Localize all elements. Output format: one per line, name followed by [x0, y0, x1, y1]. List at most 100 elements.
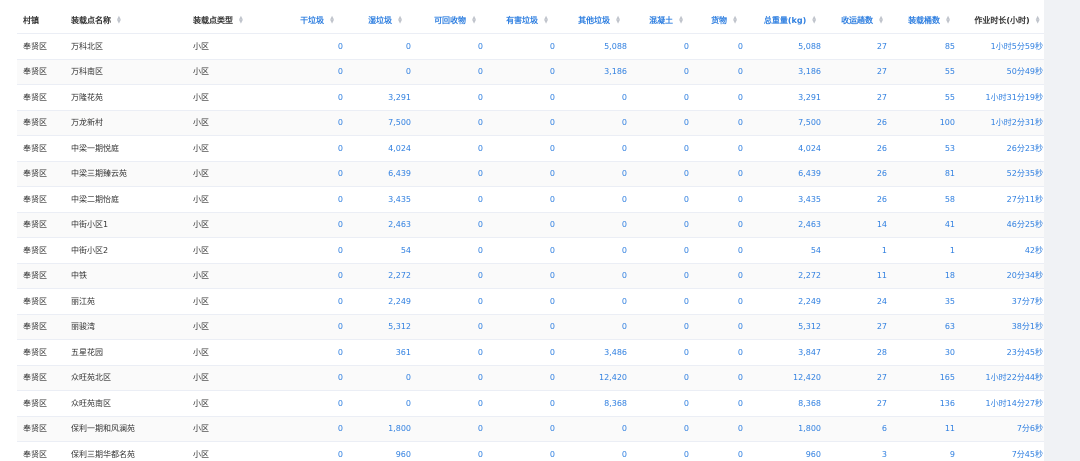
cell-goods: 0 [697, 59, 751, 85]
cell-duration: 50分49秒 [963, 59, 1044, 85]
table-row[interactable]: 奉贤区 保利三期华都名苑 小区 0 960 0 0 0 0 0 960 3 9 7分45秒 [17, 441, 1044, 461]
column-header-label: 装载桶数 [908, 15, 941, 25]
table-row[interactable]: 奉贤区 众旺苑南区 小区 0 0 0 0 8,368 0 0 8,368 27 136 1小时14分27秒 [17, 390, 1044, 417]
sort-caret-icon[interactable]: ▲ ▼ [679, 16, 683, 25]
cell-town: 奉贤区 [17, 59, 65, 85]
cell-hazardous: 0 [491, 441, 563, 461]
cell-other: 12,420 [563, 365, 635, 391]
sort-caret-icon[interactable]: ▲ ▼ [239, 16, 243, 25]
cell-dry: 0 [283, 237, 351, 264]
cell-recyclable: 0 [419, 288, 491, 315]
cell-wet: 0 [351, 59, 419, 85]
cell-type: 小区 [187, 186, 283, 213]
table-row[interactable]: 奉贤区 万隆花苑 小区 0 3,291 0 0 0 0 0 3,291 27 55 1小时31分19秒 [17, 84, 1044, 111]
cell-other: 3,186 [563, 59, 635, 85]
sort-caret-icon[interactable]: ▲ ▼ [330, 16, 334, 25]
table-row[interactable]: 奉贤区 万科南区 小区 0 0 0 0 3,186 0 0 3,186 27 55 50分49秒 [17, 59, 1044, 85]
cell-wet: 2,463 [351, 212, 419, 238]
sort-caret-icon[interactable]: ▲ ▼ [733, 16, 737, 25]
table-row[interactable]: 奉贤区 中街小区1 小区 0 2,463 0 0 0 0 0 2,463 14 41 46分25秒 [17, 212, 1044, 238]
cell-wet: 5,312 [351, 314, 419, 340]
cell-recyclable: 0 [419, 212, 491, 238]
column-header-wet[interactable]: 湿垃圾 ▲ ▼ [351, 7, 419, 34]
table-row[interactable]: 奉贤区 万科北区 小区 0 0 0 0 5,088 0 0 5,088 27 85 1小时5分59秒 [17, 33, 1044, 60]
cell-total: 3,435 [751, 186, 829, 213]
column-header-label: 有害垃圾 [506, 15, 539, 25]
sort-caret-icon[interactable]: ▲ ▼ [472, 16, 476, 25]
cell-hazardous: 0 [491, 288, 563, 315]
table-row[interactable]: 奉贤区 中梁一期悦庭 小区 0 4,024 0 0 0 0 0 4,024 26 53 26分23秒 [17, 135, 1044, 162]
column-header-label: 货物 [711, 15, 728, 25]
cell-other: 0 [563, 288, 635, 315]
cell-town: 奉贤区 [17, 135, 65, 162]
table-row[interactable]: 奉贤区 众旺苑北区 小区 0 0 0 0 12,420 0 0 12,420 27 165 1小时22分4… [17, 365, 1044, 391]
cell-town: 奉贤区 [17, 263, 65, 289]
column-header-label: 混凝土 [649, 15, 674, 25]
column-header-type[interactable]: 装载点类型 ▲ ▼ [187, 7, 283, 34]
column-header-bins[interactable]: 装载桶数 ▲ ▼ [895, 7, 963, 34]
cell-bins: 85 [895, 33, 963, 60]
cell-total: 6,439 [751, 161, 829, 187]
sort-caret-icon[interactable]: ▲ ▼ [812, 16, 816, 25]
cell-town: 奉贤区 [17, 186, 65, 213]
sort-caret-icon[interactable]: ▲ ▼ [117, 16, 121, 25]
cell-dry: 0 [283, 212, 351, 238]
column-header-label: 装载点名称 [71, 15, 111, 25]
column-header-name[interactable]: 装载点名称 ▲ ▼ [65, 7, 187, 34]
table-row[interactable]: 奉贤区 万龙新村 小区 0 7,500 0 0 0 0 0 7,500 26 100 1小时2分31秒 [17, 110, 1044, 136]
column-header-goods[interactable]: 货物 ▲ ▼ [697, 7, 751, 34]
sort-caret-icon[interactable]: ▲ ▼ [616, 16, 620, 25]
cell-name: 万科北区 [65, 33, 187, 60]
cell-total: 4,024 [751, 135, 829, 162]
cell-duration: 1小时2分31秒 [963, 110, 1044, 136]
page-gutter [1044, 0, 1080, 461]
column-header-duration[interactable]: 作业时长(小时) ▲ ▼ [963, 7, 1044, 34]
cell-other: 0 [563, 84, 635, 111]
column-header-total[interactable]: 总重量(kg) ▲ ▼ [751, 7, 829, 34]
table-row[interactable]: 奉贤区 丽江苑 小区 0 2,249 0 0 0 0 0 2,249 24 35 37分7秒 [17, 288, 1044, 315]
cell-other: 0 [563, 110, 635, 136]
cell-trips: 14 [829, 212, 895, 238]
cell-total: 8,368 [751, 390, 829, 417]
table-row[interactable]: 奉贤区 中梁二期怡庭 小区 0 3,435 0 0 0 0 0 3,435 26 58 27分11秒 [17, 186, 1044, 213]
sort-caret-icon[interactable]: ▲ ▼ [398, 16, 402, 25]
column-header-trips[interactable]: 收运趟数 ▲ ▼ [829, 7, 895, 34]
cell-name: 丽江苑 [65, 288, 187, 315]
table-row[interactable]: 奉贤区 丽骏湾 小区 0 5,312 0 0 0 0 0 5,312 27 63 38分1秒 [17, 314, 1044, 340]
cell-town: 奉贤区 [17, 441, 65, 461]
cell-duration: 7分6秒 [963, 416, 1044, 442]
table-row[interactable]: 奉贤区 中铁 小区 0 2,272 0 0 0 0 0 2,272 11 18 20分34秒 [17, 263, 1044, 289]
column-header-other[interactable]: 其他垃圾 ▲ ▼ [563, 7, 635, 34]
cell-wet: 361 [351, 339, 419, 366]
sort-caret-icon[interactable]: ▲ ▼ [879, 16, 883, 25]
cell-type: 小区 [187, 288, 283, 315]
column-header-hazardous[interactable]: 有害垃圾 ▲ ▼ [491, 7, 563, 34]
table-row[interactable]: 奉贤区 保利一期和风澜苑 小区 0 1,800 0 0 0 0 0 1,800 6 11 7分6秒 [17, 416, 1044, 442]
cell-total: 3,847 [751, 339, 829, 366]
cell-bins: 55 [895, 84, 963, 111]
cell-other: 0 [563, 237, 635, 264]
cell-duration: 7分45秒 [963, 441, 1044, 461]
column-header-concrete[interactable]: 混凝土 ▲ ▼ [635, 7, 697, 34]
cell-trips: 28 [829, 339, 895, 366]
column-header-dry[interactable]: 干垃圾 ▲ ▼ [283, 7, 351, 34]
cell-total: 3,186 [751, 59, 829, 85]
cell-recyclable: 0 [419, 135, 491, 162]
cell-total: 54 [751, 237, 829, 264]
cell-type: 小区 [187, 339, 283, 366]
cell-recyclable: 0 [419, 59, 491, 85]
cell-wet: 6,439 [351, 161, 419, 187]
sort-caret-icon[interactable]: ▲ ▼ [544, 16, 548, 25]
sort-caret-icon[interactable]: ▲ ▼ [1036, 16, 1040, 25]
cell-name: 五星花园 [65, 339, 187, 366]
column-header-recyclable[interactable]: 可回收物 ▲ ▼ [419, 7, 491, 34]
cell-concrete: 0 [635, 110, 697, 136]
table-row[interactable]: 奉贤区 中街小区2 小区 0 54 0 0 0 0 0 54 1 1 42秒 [17, 237, 1044, 264]
table-row[interactable]: 奉贤区 中梁三期臻云苑 小区 0 6,439 0 0 0 0 0 6,439 26 81 52分35秒 [17, 161, 1044, 187]
cell-town: 奉贤区 [17, 314, 65, 340]
sort-caret-icon[interactable]: ▲ ▼ [946, 16, 950, 25]
table-row[interactable]: 奉贤区 五星花园 小区 0 361 0 0 3,486 0 0 3,847 28 30 23分45秒 [17, 339, 1044, 366]
cell-other: 0 [563, 263, 635, 289]
cell-bins: 30 [895, 339, 963, 366]
cell-concrete: 0 [635, 441, 697, 461]
